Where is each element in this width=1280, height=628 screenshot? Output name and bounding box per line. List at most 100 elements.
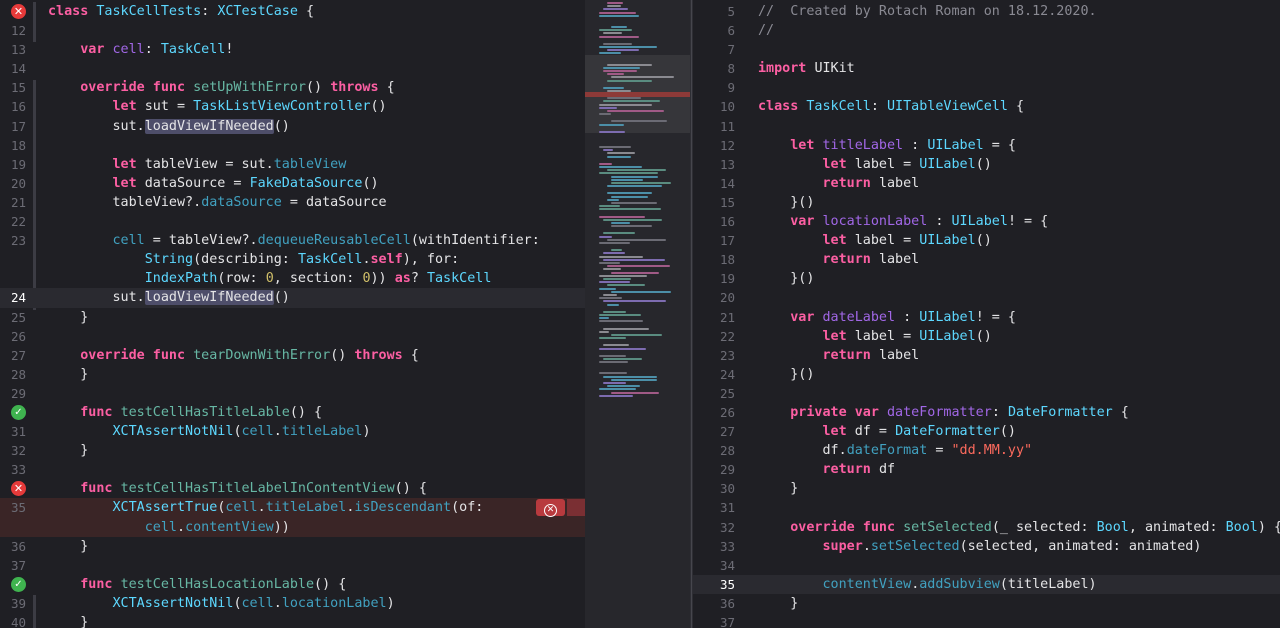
- code-line[interactable]: 22 let label = UILabel(): [693, 327, 1280, 346]
- code-text[interactable]: var dateLabel : UILabel! = {: [758, 308, 1016, 327]
- code-text[interactable]: let df = DateFormatter(): [758, 422, 1017, 441]
- code-text[interactable]: return label: [758, 174, 920, 193]
- test-failed-icon[interactable]: ✕: [11, 481, 26, 497]
- code-text[interactable]: }(): [758, 365, 814, 384]
- code-text[interactable]: cell.contentView)): [48, 518, 290, 537]
- code-line[interactable]: 25: [693, 384, 1280, 403]
- code-text[interactable]: class TaskCellTests: XCTestCase {: [48, 2, 314, 21]
- code-line[interactable]: 14 return label: [693, 174, 1280, 193]
- code-text[interactable]: override func setUpWithError() throws {: [48, 78, 394, 97]
- code-line[interactable]: 19 }(): [693, 269, 1280, 288]
- code-line[interactable]: 36 }: [693, 594, 1280, 613]
- code-text[interactable]: func testCellHasTitleLabelInContentView(…: [48, 479, 427, 498]
- code-text[interactable]: // Created by Rotach Roman on 18.12.2020…: [758, 2, 1097, 21]
- code-line[interactable]: 13 let label = UILabel(): [693, 155, 1280, 174]
- code-text[interactable]: return label: [758, 250, 920, 269]
- code-text[interactable]: func testCellHasLocationLable() {: [48, 575, 346, 594]
- code-line[interactable]: 9: [693, 78, 1280, 97]
- code-line[interactable]: IndexPath(row: 0, section: 0)) as? TaskC…: [0, 269, 585, 288]
- code-line[interactable]: 12: [0, 21, 585, 40]
- code-lines[interactable]: 5 // Created by Rotach Roman on 18.12.202…: [693, 2, 1280, 628]
- code-text[interactable]: String(describing: TaskCell.self), for:: [48, 250, 459, 269]
- code-text[interactable]: func testCellHasTitleLable() {: [48, 403, 322, 422]
- code-line[interactable]: ✕ func testCellHasTitleLabelInContentVie…: [0, 479, 585, 498]
- code-line[interactable]: 35 XCTAssertTrue(cell.titleLabel.isDesce…: [0, 498, 585, 518]
- test-failed-icon[interactable]: ✕: [11, 4, 26, 19]
- code-line[interactable]: 25 }: [0, 308, 585, 327]
- code-line[interactable]: 23 return label: [693, 346, 1280, 365]
- left-editor-pane[interactable]: ✕ class TaskCellTests: XCTestCase {12 13 v…: [0, 0, 585, 628]
- code-text[interactable]: var locationLabel : UILabel! = {: [758, 212, 1048, 231]
- code-line[interactable]: 31: [693, 498, 1280, 517]
- code-text[interactable]: tableView?.dataSource = dataSource: [48, 193, 386, 212]
- code-text[interactable]: let dataSource = FakeDataSource(): [48, 174, 379, 193]
- code-line[interactable]: 21 var dateLabel : UILabel! = {: [693, 308, 1280, 327]
- code-text[interactable]: IndexPath(row: 0, section: 0)) as? TaskC…: [48, 269, 492, 288]
- code-line[interactable]: ✓ func testCellHasTitleLable() {: [0, 403, 585, 422]
- code-line[interactable]: 32 override func setSelected(_ selected:…: [693, 518, 1280, 537]
- code-line[interactable]: 35 contentView.addSubview(titleLabel): [693, 574, 1280, 594]
- code-text[interactable]: //: [758, 21, 774, 40]
- code-line[interactable]: 33: [0, 460, 585, 479]
- code-line[interactable]: 18: [0, 136, 585, 155]
- code-line[interactable]: String(describing: TaskCell.self), for:: [0, 250, 585, 269]
- code-line[interactable]: 24 sut.loadViewIfNeeded(): [0, 288, 585, 308]
- code-text[interactable]: import UIKit: [758, 59, 855, 78]
- code-lines[interactable]: ✕ class TaskCellTests: XCTestCase {12 13 v…: [0, 2, 585, 628]
- code-text[interactable]: contentView.addSubview(titleLabel): [758, 575, 1097, 594]
- code-line[interactable]: 5 // Created by Rotach Roman on 18.12.202…: [693, 2, 1280, 21]
- code-line[interactable]: 37: [693, 613, 1280, 628]
- code-text[interactable]: override func setSelected(_ selected: Bo…: [758, 518, 1280, 537]
- code-text[interactable]: let label = UILabel(): [758, 231, 992, 250]
- code-line[interactable]: 30 }: [693, 479, 1280, 498]
- code-text[interactable]: XCTAssertNotNil(cell.titleLabel): [48, 422, 371, 441]
- code-text[interactable]: df.dateFormat = "dd.MM.yy": [758, 441, 1032, 460]
- error-annotation-bar[interactable]: [567, 499, 585, 517]
- code-text[interactable]: }(): [758, 269, 814, 288]
- code-line[interactable]: 16 let sut = TaskListViewController(): [0, 97, 585, 116]
- code-line[interactable]: 27 override func tearDownWithError() thr…: [0, 346, 585, 365]
- code-line[interactable]: 20 let dataSource = FakeDataSource(): [0, 174, 585, 193]
- code-line[interactable]: 24 }(): [693, 365, 1280, 384]
- code-line[interactable]: 11: [693, 117, 1280, 136]
- code-text[interactable]: let label = UILabel(): [758, 155, 992, 174]
- code-line[interactable]: 29: [0, 384, 585, 403]
- code-line[interactable]: 15 override func setUpWithError() throws…: [0, 78, 585, 97]
- code-text[interactable]: }: [48, 537, 88, 556]
- code-line[interactable]: 21 tableView?.dataSource = dataSource: [0, 193, 585, 212]
- code-line[interactable]: 14: [0, 59, 585, 78]
- code-line[interactable]: cell.contentView)): [0, 517, 585, 537]
- code-text[interactable]: let label = UILabel(): [758, 327, 992, 346]
- code-text[interactable]: override func tearDownWithError() throws…: [48, 346, 419, 365]
- code-line[interactable]: 31 XCTAssertNotNil(cell.titleLabel): [0, 422, 585, 441]
- code-text[interactable]: var cell: TaskCell!: [48, 40, 233, 59]
- code-line[interactable]: 34: [693, 556, 1280, 575]
- code-line[interactable]: 37: [0, 556, 585, 575]
- code-text[interactable]: }: [48, 308, 88, 327]
- code-text[interactable]: }: [48, 365, 88, 384]
- code-line[interactable]: 26 private var dateFormatter: DateFormat…: [693, 403, 1280, 422]
- code-text[interactable]: private var dateFormatter: DateFormatter…: [758, 403, 1129, 422]
- code-line[interactable]: 17 sut.loadViewIfNeeded(): [0, 117, 585, 136]
- test-passed-icon[interactable]: ✓: [11, 404, 26, 420]
- code-line[interactable]: 28 df.dateFormat = "dd.MM.yy": [693, 441, 1280, 460]
- code-text[interactable]: XCTAssertTrue(cell.titleLabel.isDescenda…: [48, 498, 484, 517]
- code-line[interactable]: 18 return label: [693, 250, 1280, 269]
- code-line[interactable]: 29 return df: [693, 460, 1280, 479]
- code-line[interactable]: 8 import UIKit: [693, 59, 1280, 78]
- code-line[interactable]: 28 }: [0, 365, 585, 384]
- code-line[interactable]: 22: [0, 212, 585, 231]
- error-badge-button[interactable]: ✕: [536, 499, 565, 518]
- code-text[interactable]: }(): [758, 193, 814, 212]
- code-text[interactable]: return label: [758, 346, 920, 365]
- code-text[interactable]: super.setSelected(selected, animated: an…: [758, 537, 1202, 556]
- minimap[interactable]: [585, 0, 690, 628]
- code-line[interactable]: 27 let df = DateFormatter(): [693, 422, 1280, 441]
- code-text[interactable]: XCTAssertNotNil(cell.locationLabel): [48, 594, 395, 613]
- code-line[interactable]: 39 XCTAssertNotNil(cell.locationLabel): [0, 594, 585, 613]
- code-line[interactable]: 10 class TaskCell: UITableViewCell {: [693, 97, 1280, 116]
- code-line[interactable]: 40 }: [0, 613, 585, 628]
- code-line[interactable]: 36 }: [0, 537, 585, 556]
- code-text[interactable]: let sut = TaskListViewController(): [48, 97, 387, 116]
- code-text[interactable]: sut.loadViewIfNeeded(): [48, 288, 290, 307]
